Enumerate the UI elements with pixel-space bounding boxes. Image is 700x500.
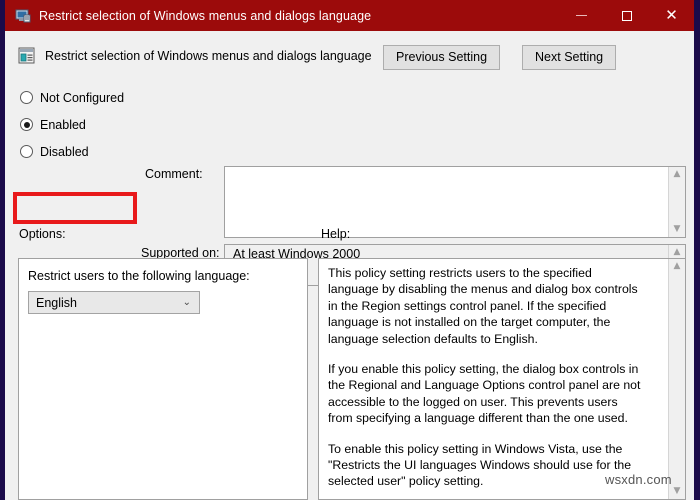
radio-label-not-configured: Not Configured: [40, 90, 125, 105]
minimize-icon: [576, 15, 587, 16]
close-button[interactable]: ✕: [649, 0, 694, 31]
chevron-down-icon: ⌄: [182, 297, 191, 308]
window-controls: ✕: [559, 0, 694, 31]
help-paragraph-2: If you enable this policy setting, the d…: [328, 362, 641, 426]
state-region: Not Configured Enabled Disabled Comment:…: [5, 80, 694, 286]
language-dropdown-value: English: [36, 295, 77, 310]
previous-setting-button[interactable]: Previous Setting: [383, 45, 501, 70]
radio-not-configured[interactable]: Not Configured: [20, 84, 150, 111]
radio-enabled[interactable]: Enabled: [20, 111, 150, 138]
radio-button-selected-icon: [20, 118, 33, 131]
window-title: Restrict selection of Windows menus and …: [39, 8, 372, 23]
language-restriction-caption: Restrict users to the following language…: [28, 269, 250, 283]
help-text-body: This policy setting restricts users to t…: [319, 259, 651, 499]
options-section-label: Options:: [19, 227, 66, 241]
annotation-highlight-rectangle: [13, 192, 137, 224]
help-section-label: Help:: [321, 227, 351, 241]
comment-value: [225, 167, 685, 171]
close-icon: ✕: [665, 6, 678, 24]
help-paragraph-1: This policy setting restricts users to t…: [328, 266, 638, 346]
comment-scrollbar[interactable]: ▲ ▼: [668, 167, 685, 237]
radio-disabled[interactable]: Disabled: [20, 138, 150, 165]
language-dropdown[interactable]: English ⌄: [28, 291, 200, 314]
chevron-up-icon[interactable]: ▲: [674, 167, 681, 182]
policy-monitor-icon: [15, 8, 31, 24]
title-bar: Restrict selection of Windows menus and …: [5, 0, 694, 31]
next-setting-button[interactable]: Next Setting: [522, 45, 617, 70]
radio-button-icon: [20, 145, 33, 158]
policy-title: Restrict selection of Windows menus and …: [45, 48, 372, 63]
navigation-buttons: Previous Setting Next Setting: [383, 45, 617, 70]
radio-button-icon: [20, 91, 33, 104]
radio-label-disabled: Disabled: [40, 144, 89, 159]
help-scrollbar[interactable]: ▲ ▼: [668, 259, 685, 499]
maximize-icon: [621, 10, 632, 21]
policy-setting-window: Restrict selection of Windows menus and …: [0, 0, 700, 500]
help-paragraph-3: To enable this policy setting in Windows…: [328, 441, 632, 489]
comment-label: Comment:: [145, 167, 203, 181]
state-radio-group: Not Configured Enabled Disabled: [20, 80, 150, 165]
help-panel: This policy setting restricts users to t…: [318, 258, 686, 500]
chevron-down-icon[interactable]: ▼: [674, 222, 681, 237]
policy-setting-icon: [17, 46, 36, 65]
radio-label-enabled: Enabled: [40, 117, 86, 132]
chevron-up-icon[interactable]: ▲: [674, 259, 681, 274]
comment-input[interactable]: ▲ ▼: [224, 166, 686, 238]
maximize-button[interactable]: [604, 0, 649, 31]
chevron-down-icon[interactable]: ▼: [674, 484, 681, 499]
options-panel: Restrict users to the following language…: [18, 258, 308, 500]
minimize-button[interactable]: [559, 0, 604, 31]
